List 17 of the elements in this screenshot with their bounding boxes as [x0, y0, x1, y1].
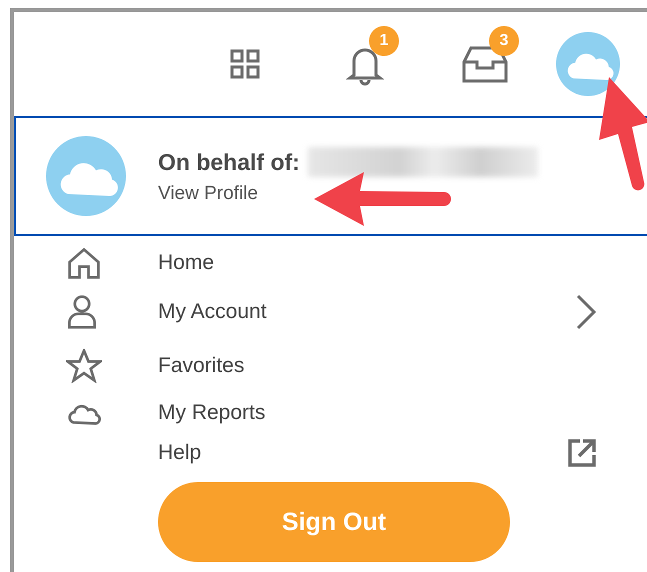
- inbox-icon[interactable]: [461, 44, 509, 84]
- home-icon: [66, 246, 102, 280]
- on-behalf-label: On behalf of:: [158, 148, 300, 176]
- menu-item[interactable]: My Account: [158, 300, 267, 323]
- notification-badge: 1: [369, 26, 399, 56]
- apps-icon[interactable]: [229, 48, 261, 80]
- chevron-right-icon[interactable]: [575, 293, 597, 331]
- external-link-icon[interactable]: [567, 438, 597, 468]
- avatar-icon[interactable]: [556, 32, 620, 96]
- star-icon: [66, 348, 102, 384]
- view-profile-link[interactable]: View Profile: [158, 183, 258, 205]
- menu-item[interactable]: Home: [158, 251, 214, 274]
- menu-item[interactable]: My Reports: [158, 401, 266, 424]
- menu-item[interactable]: Favorites: [158, 354, 244, 377]
- notification-badge: 3: [489, 26, 519, 56]
- menu-item[interactable]: Help: [158, 441, 202, 464]
- person-icon: [66, 294, 98, 330]
